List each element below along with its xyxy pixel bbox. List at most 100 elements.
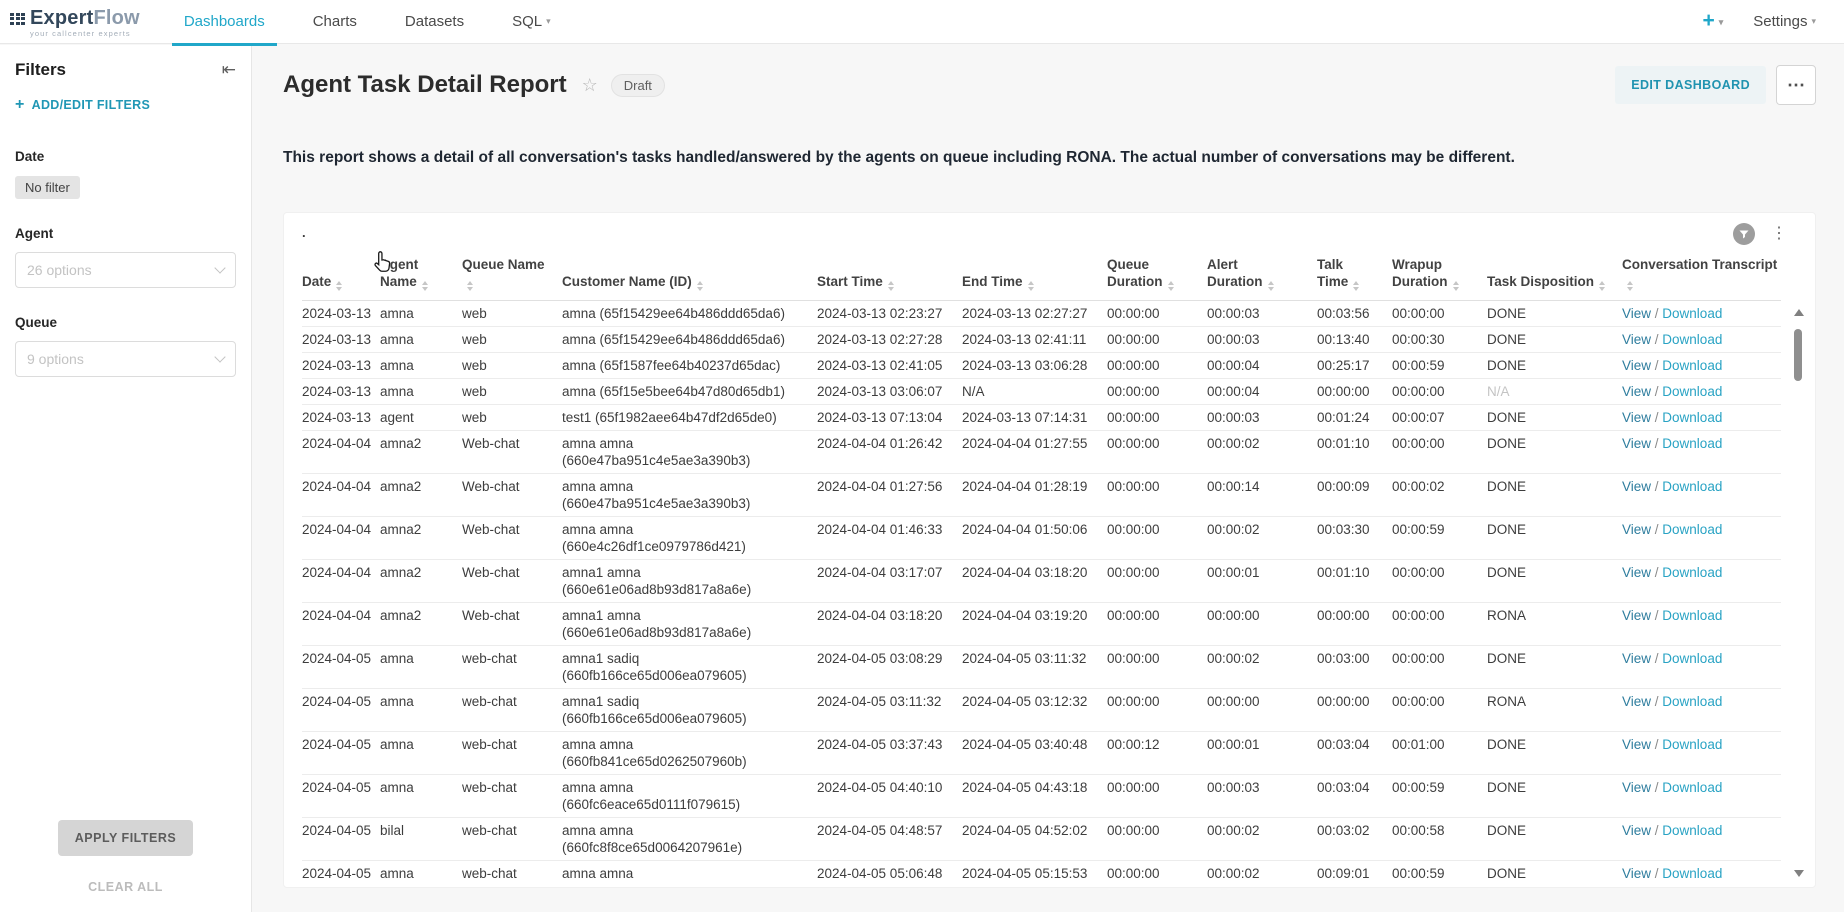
column-header-task-disposition[interactable]: Task Disposition [1487,255,1622,300]
view-transcript-link[interactable]: View [1622,565,1651,580]
link-separator: / [1651,332,1662,347]
cell-6: 00:00:00 [1107,516,1207,559]
cell-2: Web-chat [462,430,562,473]
view-transcript-link[interactable]: View [1622,522,1651,537]
cell-8: 00:03:00 [1317,645,1392,688]
view-transcript-link[interactable]: View [1622,436,1651,451]
column-header-end-time[interactable]: End Time [962,255,1107,300]
column-header-alert-duration[interactable]: Alert Duration [1207,255,1317,300]
column-header-conversation-transcript[interactable]: Conversation Transcript [1622,255,1781,300]
view-transcript-link[interactable]: View [1622,358,1651,373]
cell-1: amna [380,378,462,404]
scroll-down-arrow[interactable] [1794,870,1804,877]
view-transcript-link[interactable]: View [1622,823,1651,838]
cell-1: amna [380,731,462,774]
cell-7: 00:00:04 [1207,352,1317,378]
applied-filters-icon[interactable] [1733,223,1755,245]
download-transcript-link[interactable]: Download [1662,436,1722,451]
view-transcript-link[interactable]: View [1622,866,1651,879]
add-edit-filters-button[interactable]: + ADD/EDIT FILTERS [0,88,251,122]
cell-0: 2024-04-04 [302,559,380,602]
cell-9: 00:00:30 [1392,326,1487,352]
cell-3: amna amna (660fb841ce65d0262507960b) [562,731,817,774]
column-header-customer-name-id-[interactable]: Customer Name (ID) [562,255,817,300]
view-transcript-link[interactable]: View [1622,651,1651,666]
view-transcript-link[interactable]: View [1622,306,1651,321]
queue-filter-select[interactable]: 9 options [15,341,236,377]
cell-2: web [462,378,562,404]
cell-transcript: View / Download [1622,404,1781,430]
download-transcript-link[interactable]: Download [1662,651,1722,666]
view-transcript-link[interactable]: View [1622,410,1651,425]
download-transcript-link[interactable]: Download [1662,479,1722,494]
scrollbar-thumb[interactable] [1794,329,1802,381]
download-transcript-link[interactable]: Download [1662,332,1722,347]
download-transcript-link[interactable]: Download [1662,522,1722,537]
new-item-button[interactable]: +▾ [1702,11,1723,32]
column-header-start-time[interactable]: Start Time [817,255,962,300]
nav-tab-datasets[interactable]: Datasets [381,0,488,44]
cell-1: bilal [380,817,462,860]
date-filter-value-badge[interactable]: No filter [15,176,80,199]
download-transcript-link[interactable]: Download [1662,737,1722,752]
agent-filter-select[interactable]: 26 options [15,252,236,288]
clear-all-button[interactable]: CLEAR ALL [0,880,251,894]
download-transcript-link[interactable]: Download [1662,306,1722,321]
column-header-queue-duration[interactable]: Queue Duration [1107,255,1207,300]
view-transcript-link[interactable]: View [1622,332,1651,347]
filters-title: Filters [15,60,66,80]
download-transcript-link[interactable]: Download [1662,694,1722,709]
cell-0: 2024-04-04 [302,602,380,645]
download-transcript-link[interactable]: Download [1662,866,1722,879]
cell-9: 00:00:00 [1392,430,1487,473]
download-transcript-link[interactable]: Download [1662,608,1722,623]
cell-1: amna [380,774,462,817]
cell-5: 2024-04-05 04:52:02 [962,817,1107,860]
cell-2: Web-chat [462,559,562,602]
favorite-star-icon[interactable]: ☆ [582,75,598,96]
table-row: 2024-04-04amna2Web-chatamna1 amna (660e6… [302,559,1781,602]
column-header-agent-name[interactable]: Agent Name [380,255,462,300]
filter-group-agent: Agent 26 options [0,226,251,288]
more-options-button[interactable]: ⋯ [1776,65,1816,105]
view-transcript-link[interactable]: View [1622,780,1651,795]
brand-logo[interactable]: ExpertFlow your callcenter experts [0,5,160,38]
download-transcript-link[interactable]: Download [1662,823,1722,838]
download-transcript-link[interactable]: Download [1662,384,1722,399]
nav-tab-dashboards[interactable]: Dashboards [160,0,289,44]
filter-group-date: Date No filter [0,149,251,199]
settings-menu[interactable]: Settings▾ [1753,13,1816,30]
view-transcript-link[interactable]: View [1622,737,1651,752]
view-transcript-link[interactable]: View [1622,384,1651,399]
link-separator: / [1651,384,1662,399]
table-row: 2024-03-13amnawebamna (65f15429ee64b486d… [302,326,1781,352]
download-transcript-link[interactable]: Download [1662,410,1722,425]
edit-dashboard-button[interactable]: EDIT DASHBOARD [1615,66,1766,104]
column-header-wrapup-duration[interactable]: Wrapup Duration [1392,255,1487,300]
scroll-up-arrow[interactable] [1794,309,1804,316]
collapse-filters-icon[interactable]: ⇤ [222,60,236,80]
cell-4: 2024-03-13 03:06:07 [817,378,962,404]
download-transcript-link[interactable]: Download [1662,565,1722,580]
view-transcript-link[interactable]: View [1622,479,1651,494]
column-header-queue-name[interactable]: Queue Name [462,255,562,300]
cell-6: 00:00:00 [1107,817,1207,860]
cell-4: 2024-03-13 07:13:04 [817,404,962,430]
cell-8: 00:03:02 [1317,817,1392,860]
nav-tab-sql[interactable]: SQL▾ [488,0,575,44]
link-separator: / [1651,608,1662,623]
cell-transcript: View / Download [1622,378,1781,404]
download-transcript-link[interactable]: Download [1662,780,1722,795]
cell-2: Web-chat [462,473,562,516]
apply-filters-button[interactable]: APPLY FILTERS [58,820,193,856]
view-transcript-link[interactable]: View [1622,608,1651,623]
column-header-date[interactable]: Date [302,255,380,300]
date-filter-label: Date [15,149,236,164]
view-transcript-link[interactable]: View [1622,694,1651,709]
download-transcript-link[interactable]: Download [1662,358,1722,373]
chart-kebab-menu-icon[interactable]: ⋮ [1771,226,1787,242]
cell-7: 00:00:02 [1207,516,1317,559]
column-header-talk-time[interactable]: Talk Time [1317,255,1392,300]
cell-9: 00:00:02 [1392,473,1487,516]
nav-tab-charts[interactable]: Charts [289,0,381,44]
